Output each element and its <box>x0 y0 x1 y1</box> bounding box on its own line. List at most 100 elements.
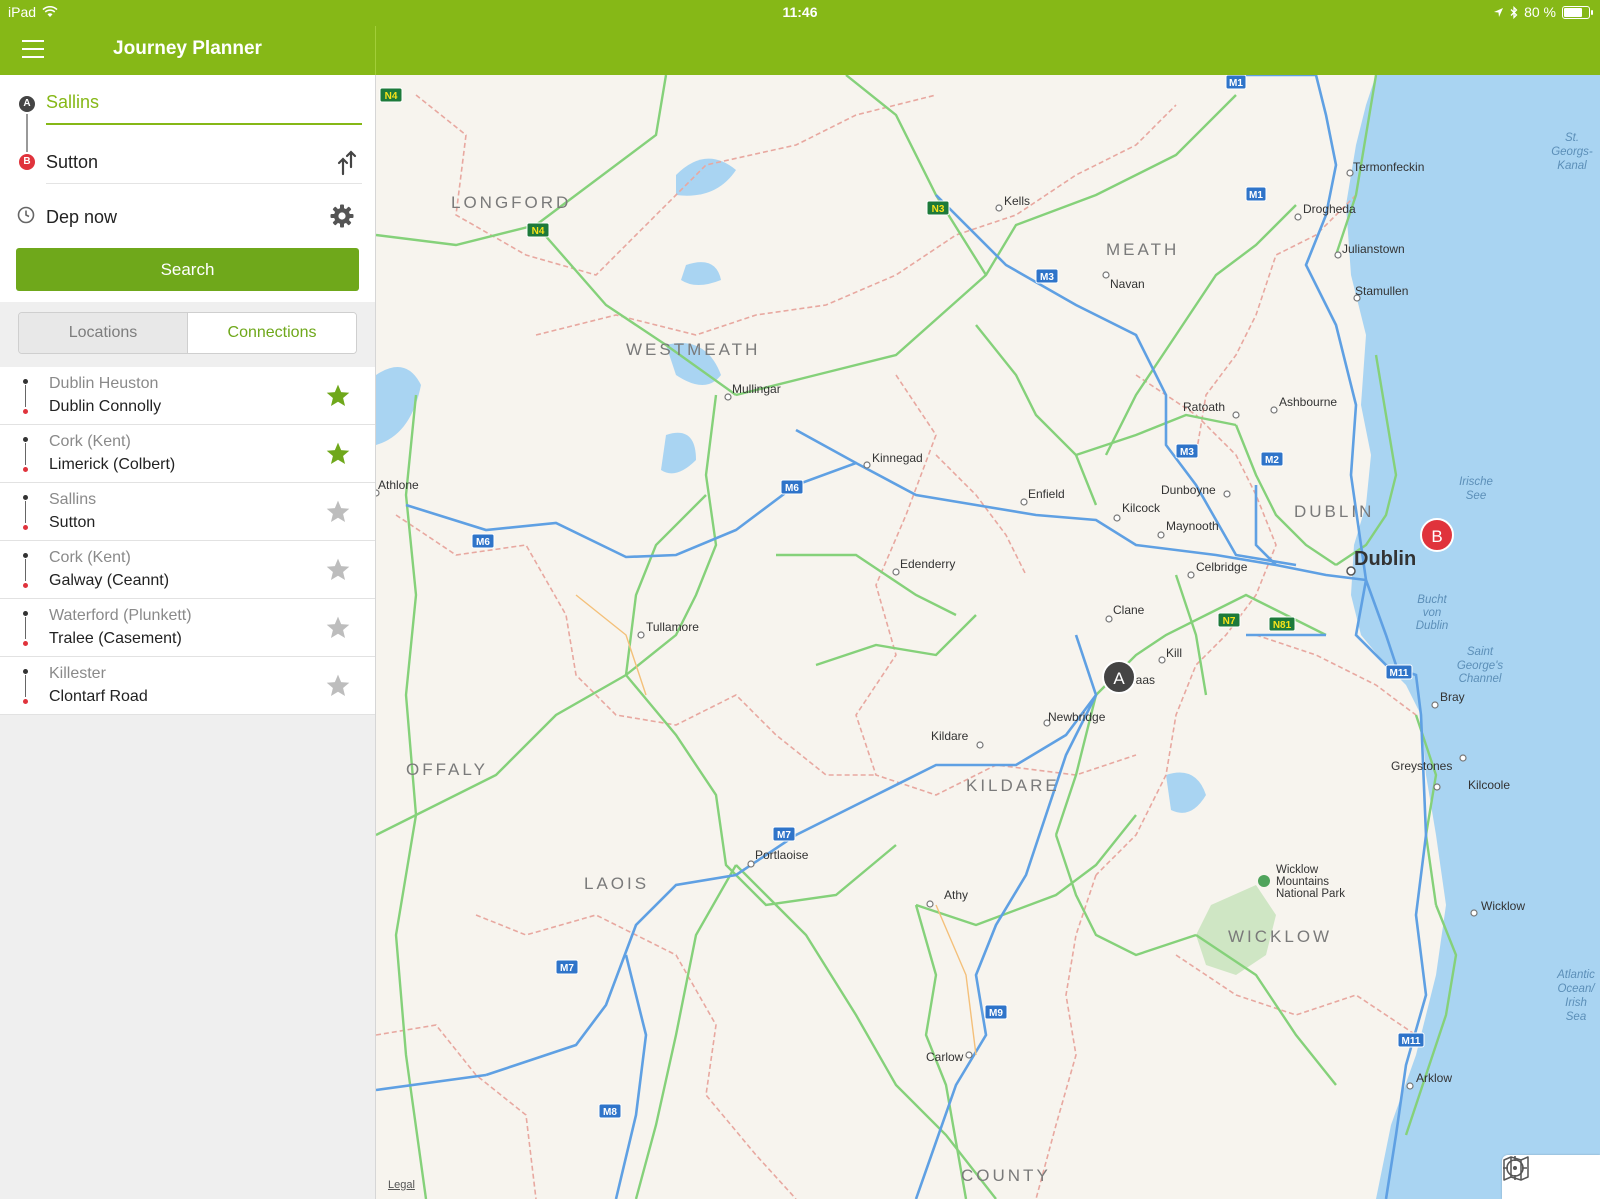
map-mode-icon[interactable] <box>1502 1155 1530 1181</box>
connection-from: Sallins <box>49 491 97 508</box>
road-shield: M3 <box>1035 268 1059 284</box>
bluetooth-icon <box>1510 5 1518 19</box>
status-time: 11:46 <box>782 4 818 20</box>
star-icon[interactable] <box>325 673 351 699</box>
star-icon[interactable] <box>325 557 351 583</box>
city-label: Kinnegad <box>872 451 923 465</box>
road-shield: M1 <box>1225 75 1247 90</box>
departure-time[interactable]: Dep now <box>46 207 117 228</box>
city-label: Athy <box>944 888 968 902</box>
connection-to: Galway (Ceannt) <box>49 572 170 589</box>
park-label: Wicklow <box>1276 864 1319 876</box>
svg-text:M3: M3 <box>1040 272 1054 283</box>
svg-text:M1: M1 <box>1249 190 1263 201</box>
list-item[interactable]: Dublin Heuston Dublin Connolly <box>0 367 375 425</box>
star-icon[interactable] <box>325 441 351 467</box>
map-controls <box>1502 1155 1600 1199</box>
city-label: Ratoath <box>1183 400 1225 414</box>
list-item[interactable]: Cork (Kent) Limerick (Colbert) <box>0 425 375 483</box>
water-label: See <box>1466 490 1486 502</box>
map-view[interactable]: LONGFORD MEATH WESTMEATH DUBLIN OFFALY K… <box>376 75 1600 1199</box>
svg-text:N7: N7 <box>1223 616 1236 627</box>
tab-locations[interactable]: Locations <box>19 313 187 353</box>
city-label: Kilcock <box>1122 501 1161 515</box>
svg-text:M7: M7 <box>560 963 574 974</box>
water-label: Ocean/ <box>1557 983 1596 995</box>
water-label: Channel <box>1459 673 1502 685</box>
connection-to: Limerick (Colbert) <box>49 456 176 473</box>
region-label: WICKLOW <box>1228 927 1332 946</box>
svg-text:N4: N4 <box>385 91 398 102</box>
road-shield: M3 <box>1175 443 1199 459</box>
city-label: Kildare <box>931 729 969 743</box>
route-connector <box>26 114 28 152</box>
star-icon[interactable] <box>325 383 351 409</box>
from-field[interactable]: Sallins <box>46 92 362 125</box>
lake <box>1166 772 1206 813</box>
water-label: Kanal <box>1557 160 1587 172</box>
battery-percent: 80 % <box>1524 4 1556 20</box>
region-label: COUNTY <box>961 1166 1051 1185</box>
region-label: DUBLIN <box>1294 502 1374 521</box>
map-canvas: LONGFORD MEATH WESTMEATH DUBLIN OFFALY K… <box>376 75 1600 1199</box>
to-field[interactable]: Sutton <box>46 152 362 184</box>
gear-icon[interactable] <box>329 203 355 229</box>
road-shield: M1 <box>1245 186 1267 202</box>
region-label: LONGFORD <box>451 193 571 212</box>
city-label: Ashbourne <box>1279 395 1337 409</box>
star-icon[interactable] <box>325 615 351 641</box>
road-shield: N4 <box>526 222 550 238</box>
map-pin-a: A <box>1102 660 1136 694</box>
star-icon[interactable] <box>325 499 351 525</box>
list-item[interactable]: Cork (Kent) Galway (Ceannt) <box>0 541 375 599</box>
city-label: Carlow <box>926 1050 964 1064</box>
svg-text:N3: N3 <box>932 204 945 215</box>
city-label: Maynooth <box>1166 519 1219 533</box>
road-shield: M11 <box>1397 1032 1425 1048</box>
swap-icon[interactable] <box>336 150 358 176</box>
list-item[interactable]: Sallins Sutton <box>0 483 375 541</box>
lake <box>676 158 736 196</box>
legal-link[interactable]: Legal <box>388 1179 415 1191</box>
water-label: Georgs- <box>1551 146 1593 158</box>
water-label: Saint <box>1467 646 1494 658</box>
water-label: Sea <box>1566 1011 1586 1023</box>
status-bar: iPad 11:46 80 % <box>0 0 1600 26</box>
svg-text:M6: M6 <box>785 483 799 494</box>
battery-icon <box>1562 5 1593 19</box>
route-icon <box>22 379 28 415</box>
connection-from: Cork (Kent) <box>49 433 131 450</box>
road-shield: N4 <box>379 87 403 103</box>
list-item[interactable]: Waterford (Plunkett) Tralee (Casement) <box>0 599 375 657</box>
city-label: Celbridge <box>1196 560 1248 574</box>
svg-text:M8: M8 <box>603 1107 617 1118</box>
road-shields: M1 M1 M3 M3 M2 M6 M6 M7 M7 M8 M9 M11 M11… <box>379 75 1425 1119</box>
city-label: Kill <box>1166 646 1182 660</box>
route-icon <box>22 669 28 705</box>
city-label: Wicklow <box>1481 899 1525 913</box>
tab-connections[interactable]: Connections <box>187 313 356 353</box>
connection-from: Cork (Kent) <box>49 549 131 566</box>
list-item[interactable]: Killester Clontarf Road <box>0 657 375 715</box>
water-label: von <box>1423 607 1442 619</box>
road-shield: M2 <box>1260 451 1284 467</box>
road-shield: N7 <box>1217 612 1241 628</box>
city-label: Tullamore <box>646 620 699 634</box>
road-shield: M7 <box>555 959 579 975</box>
city-label: Enfield <box>1028 487 1065 501</box>
svg-text:M7: M7 <box>777 830 791 841</box>
water-label: Atlantic <box>1556 969 1595 981</box>
city-label: Clane <box>1113 603 1145 617</box>
sidebar-header: Journey Planner <box>0 26 375 75</box>
road-shield: N3 <box>926 200 950 216</box>
city-label: Kilcoole <box>1468 778 1510 792</box>
sidebar: A B Sallins Sutton Dep now Search Locati… <box>0 75 376 1199</box>
connection-to: Clontarf Road <box>49 688 148 705</box>
tab-bar: Locations Connections <box>18 312 357 354</box>
svg-text:B: B <box>1431 527 1442 546</box>
water-label: Irish <box>1565 997 1587 1009</box>
regional-roads <box>376 75 1458 1199</box>
water-label: Dublin <box>1416 620 1449 632</box>
route-icon <box>22 553 28 589</box>
search-button[interactable]: Search <box>16 248 359 291</box>
